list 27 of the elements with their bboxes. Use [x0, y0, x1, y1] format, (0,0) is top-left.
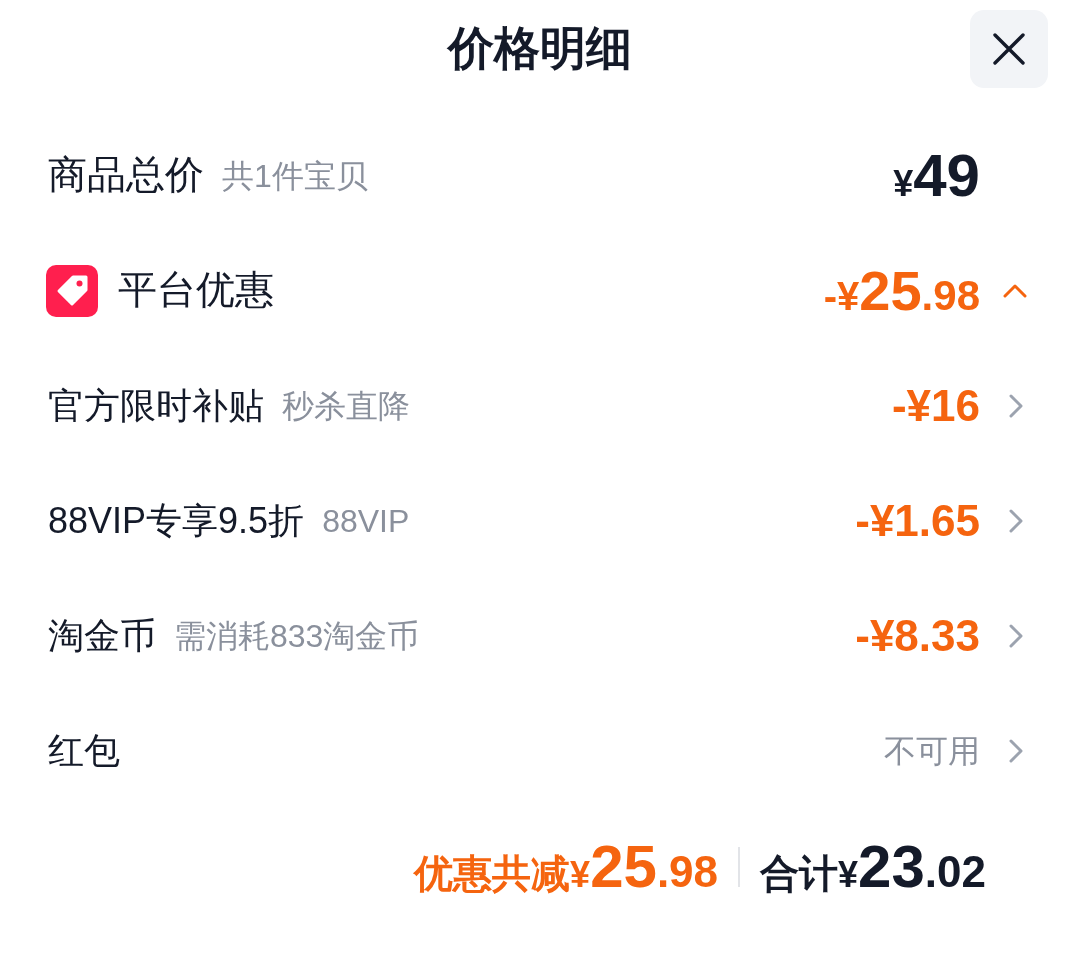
discount-label: 官方限时补贴: [48, 383, 264, 428]
discount-note: 需消耗833淘金币: [174, 616, 420, 656]
tag-icon: [46, 264, 98, 317]
close-button[interactable]: [970, 10, 1048, 88]
discount-label: 88VIP专享9.5折: [48, 498, 305, 543]
discount-note: 88VIP: [322, 501, 410, 541]
subtotal-label: 商品总价: [48, 152, 204, 199]
chevron-right-icon[interactable]: [1008, 737, 1024, 764]
subtotal-price: ¥49: [893, 145, 980, 206]
discount-total: 优惠共减¥25.98: [414, 837, 719, 897]
discount-amount: -¥1.65: [855, 498, 980, 543]
chevron-right-icon[interactable]: [1008, 392, 1024, 419]
item-count: 共1件宝贝: [222, 156, 368, 196]
discount-label: 红包: [48, 728, 120, 773]
discount-note: 秒杀直降: [282, 386, 410, 426]
platform-discount-amount: -¥25.98: [823, 262, 980, 319]
discount-amount: -¥16: [891, 383, 980, 428]
chevron-right-icon[interactable]: [1008, 507, 1024, 534]
close-icon: [992, 32, 1026, 66]
order-total: 合计¥23.02: [760, 837, 986, 897]
platform-discount-label: 平台优惠: [118, 267, 274, 314]
caret-up-icon[interactable]: [1002, 282, 1028, 299]
page-title: 价格明细: [448, 25, 632, 71]
chevron-right-icon[interactable]: [1008, 622, 1024, 649]
discount-label: 淘金币: [48, 613, 156, 658]
discount-amount: -¥8.33: [855, 613, 980, 658]
unavailable-status: 不可用: [884, 734, 980, 767]
